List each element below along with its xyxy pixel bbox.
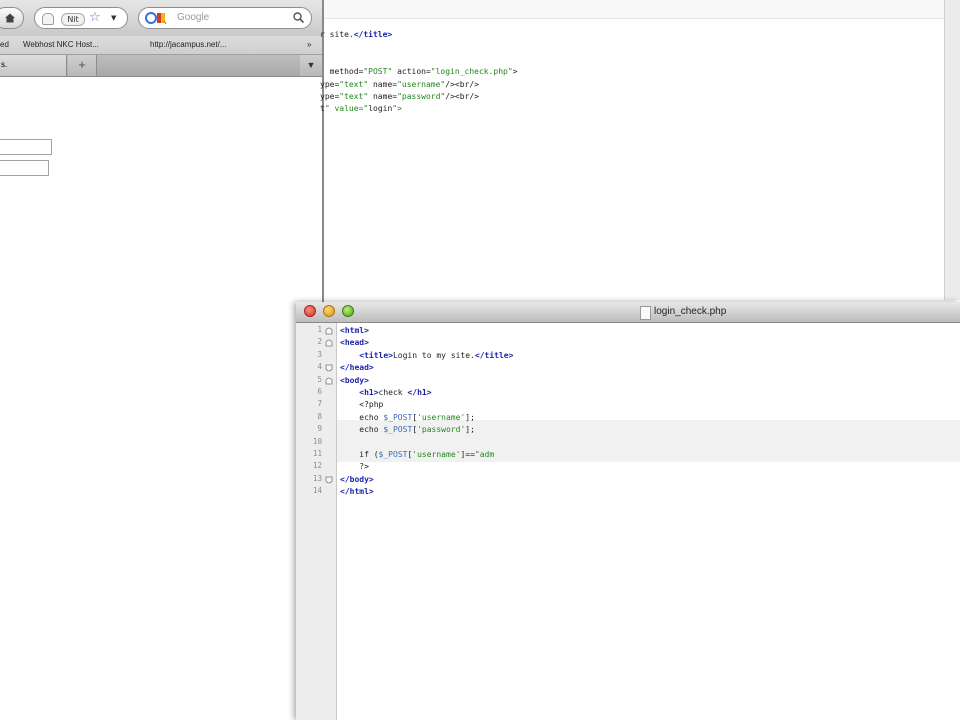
code-line: if ($_POST['username']=="adm xyxy=(359,450,495,459)
code-line: </body> xyxy=(340,474,374,484)
line-number: 7 xyxy=(317,399,322,409)
line-number: 8 xyxy=(317,411,322,421)
code-line: ype="text" name="username"/><br/> xyxy=(320,79,479,89)
search-icon[interactable] xyxy=(293,12,304,23)
code-line: </head> xyxy=(340,363,374,373)
search-box[interactable]: Google xyxy=(138,7,312,29)
line-number: 10 xyxy=(312,436,322,446)
line-number: 6 xyxy=(317,387,322,396)
fold-close-icon[interactable] xyxy=(325,476,333,484)
bookmark-item[interactable]: Webhost NKC Host... xyxy=(23,40,99,49)
gutter-row: 14 xyxy=(296,486,336,498)
line-number: 3 xyxy=(317,349,322,359)
code-line: <body> xyxy=(340,375,369,385)
gutter-row: 8 xyxy=(296,412,336,424)
gutter-row: 6 xyxy=(296,387,336,399)
address-bar[interactable]: Nit ☆ ▼ xyxy=(34,7,128,29)
tab-active[interactable]: s. xyxy=(0,55,67,76)
document-icon xyxy=(640,306,651,320)
code-line: <html> xyxy=(340,326,369,335)
gutter-row: 4 xyxy=(296,362,336,374)
code-line: t" value="login"> xyxy=(320,104,402,114)
window-title: login_check.php xyxy=(654,306,727,317)
page-icon xyxy=(42,13,54,25)
line-number: 9 xyxy=(317,424,322,434)
gutter-row: 7 xyxy=(296,399,336,411)
back-editor-topbar xyxy=(324,0,960,19)
code-line: ?> xyxy=(359,462,369,472)
line-number: 12 xyxy=(312,461,322,471)
line-number: 13 xyxy=(312,473,322,483)
tab-label: s. xyxy=(1,60,8,69)
editor-window: login_check.php 1 2 3 4 5 6 7 8 9 10 11 12 13 14 <htm… xyxy=(296,302,960,720)
fold-open-icon[interactable] xyxy=(325,377,333,385)
bookmark-item[interactable]: http://jacampus.net/... xyxy=(150,40,226,49)
gutter-row: 12 xyxy=(296,461,336,473)
line-number: 11 xyxy=(312,449,322,458)
bookmark-item[interactable]: ed xyxy=(0,40,9,49)
back-editor-window: r site.</title> method="POST" action="lo… xyxy=(320,0,960,300)
code-line: <head> xyxy=(340,338,369,348)
gutter-row: 2 xyxy=(296,337,336,349)
gutter-row: 1 xyxy=(296,325,336,337)
fold-open-icon[interactable] xyxy=(325,339,333,347)
browser-toolbar: Nit ☆ ▼ Google xyxy=(0,0,322,37)
new-tab-button[interactable]: + xyxy=(68,55,97,76)
line-number-gutter: 1 2 3 4 5 6 7 8 9 10 11 12 13 14 xyxy=(296,323,337,720)
gutter-row: 11 xyxy=(296,449,336,461)
code-line: ype="text" name="password"/><br/> xyxy=(320,91,479,101)
back-editor-scrollbar[interactable] xyxy=(944,0,960,300)
line-number: 1 xyxy=(317,325,322,334)
google-icon xyxy=(145,12,167,25)
dropdown-arrow-icon[interactable]: ▼ xyxy=(111,14,116,22)
code-line: </html> xyxy=(340,487,374,497)
tab-bar: s. + ▼ xyxy=(0,55,322,77)
gutter-row: 13 xyxy=(296,474,336,486)
gutter-row: 9 xyxy=(296,424,336,436)
code-line: <title>Login to my site.</title> xyxy=(359,350,514,360)
code-line: echo $_POST['username']; xyxy=(359,412,475,422)
code-line: echo $_POST['password']; xyxy=(359,425,475,435)
home-button[interactable] xyxy=(0,7,24,29)
address-text: Nit xyxy=(61,13,85,26)
gutter-row: 3 xyxy=(296,350,336,362)
search-placeholder: Google xyxy=(177,12,210,23)
home-icon xyxy=(5,13,15,23)
password-input[interactable] xyxy=(0,160,49,176)
minimize-button[interactable] xyxy=(323,305,335,317)
back-editor-code[interactable]: r site.</title> method="POST" action="lo… xyxy=(320,29,518,116)
fold-close-icon[interactable] xyxy=(325,364,333,372)
browser-window: Nit ☆ ▼ Google ed Webhost NKC Host... ht… xyxy=(0,0,322,720)
close-button[interactable] xyxy=(304,305,316,317)
bookmarks-overflow-button[interactable]: » xyxy=(307,40,311,49)
code-line: <?php xyxy=(359,400,384,410)
page-content xyxy=(0,77,322,720)
code-editor[interactable]: <html> <head> <title>Login to my site.</t… xyxy=(337,323,960,720)
bookmarks-bar: ed Webhost NKC Host... http://jacampus.n… xyxy=(0,36,322,55)
editor-titlebar: login_check.php xyxy=(296,302,960,323)
username-input[interactable] xyxy=(0,139,52,155)
line-number: 5 xyxy=(317,374,322,384)
line-number: 14 xyxy=(312,486,322,496)
tab-list-button[interactable]: ▼ xyxy=(300,55,322,76)
code-line: method="POST" action="login_check.php"> xyxy=(320,67,518,77)
bookmark-star-icon[interactable]: ☆ xyxy=(89,10,101,25)
zoom-button[interactable] xyxy=(342,305,354,317)
gutter-row: 5 xyxy=(296,375,336,387)
line-number: 2 xyxy=(317,337,322,347)
line-number: 4 xyxy=(317,362,322,372)
code-line: <h1>check </h1> xyxy=(359,388,432,397)
gutter-row: 10 xyxy=(296,437,336,449)
fold-open-icon[interactable] xyxy=(325,327,333,335)
code-line: r site.</title> xyxy=(320,30,393,39)
